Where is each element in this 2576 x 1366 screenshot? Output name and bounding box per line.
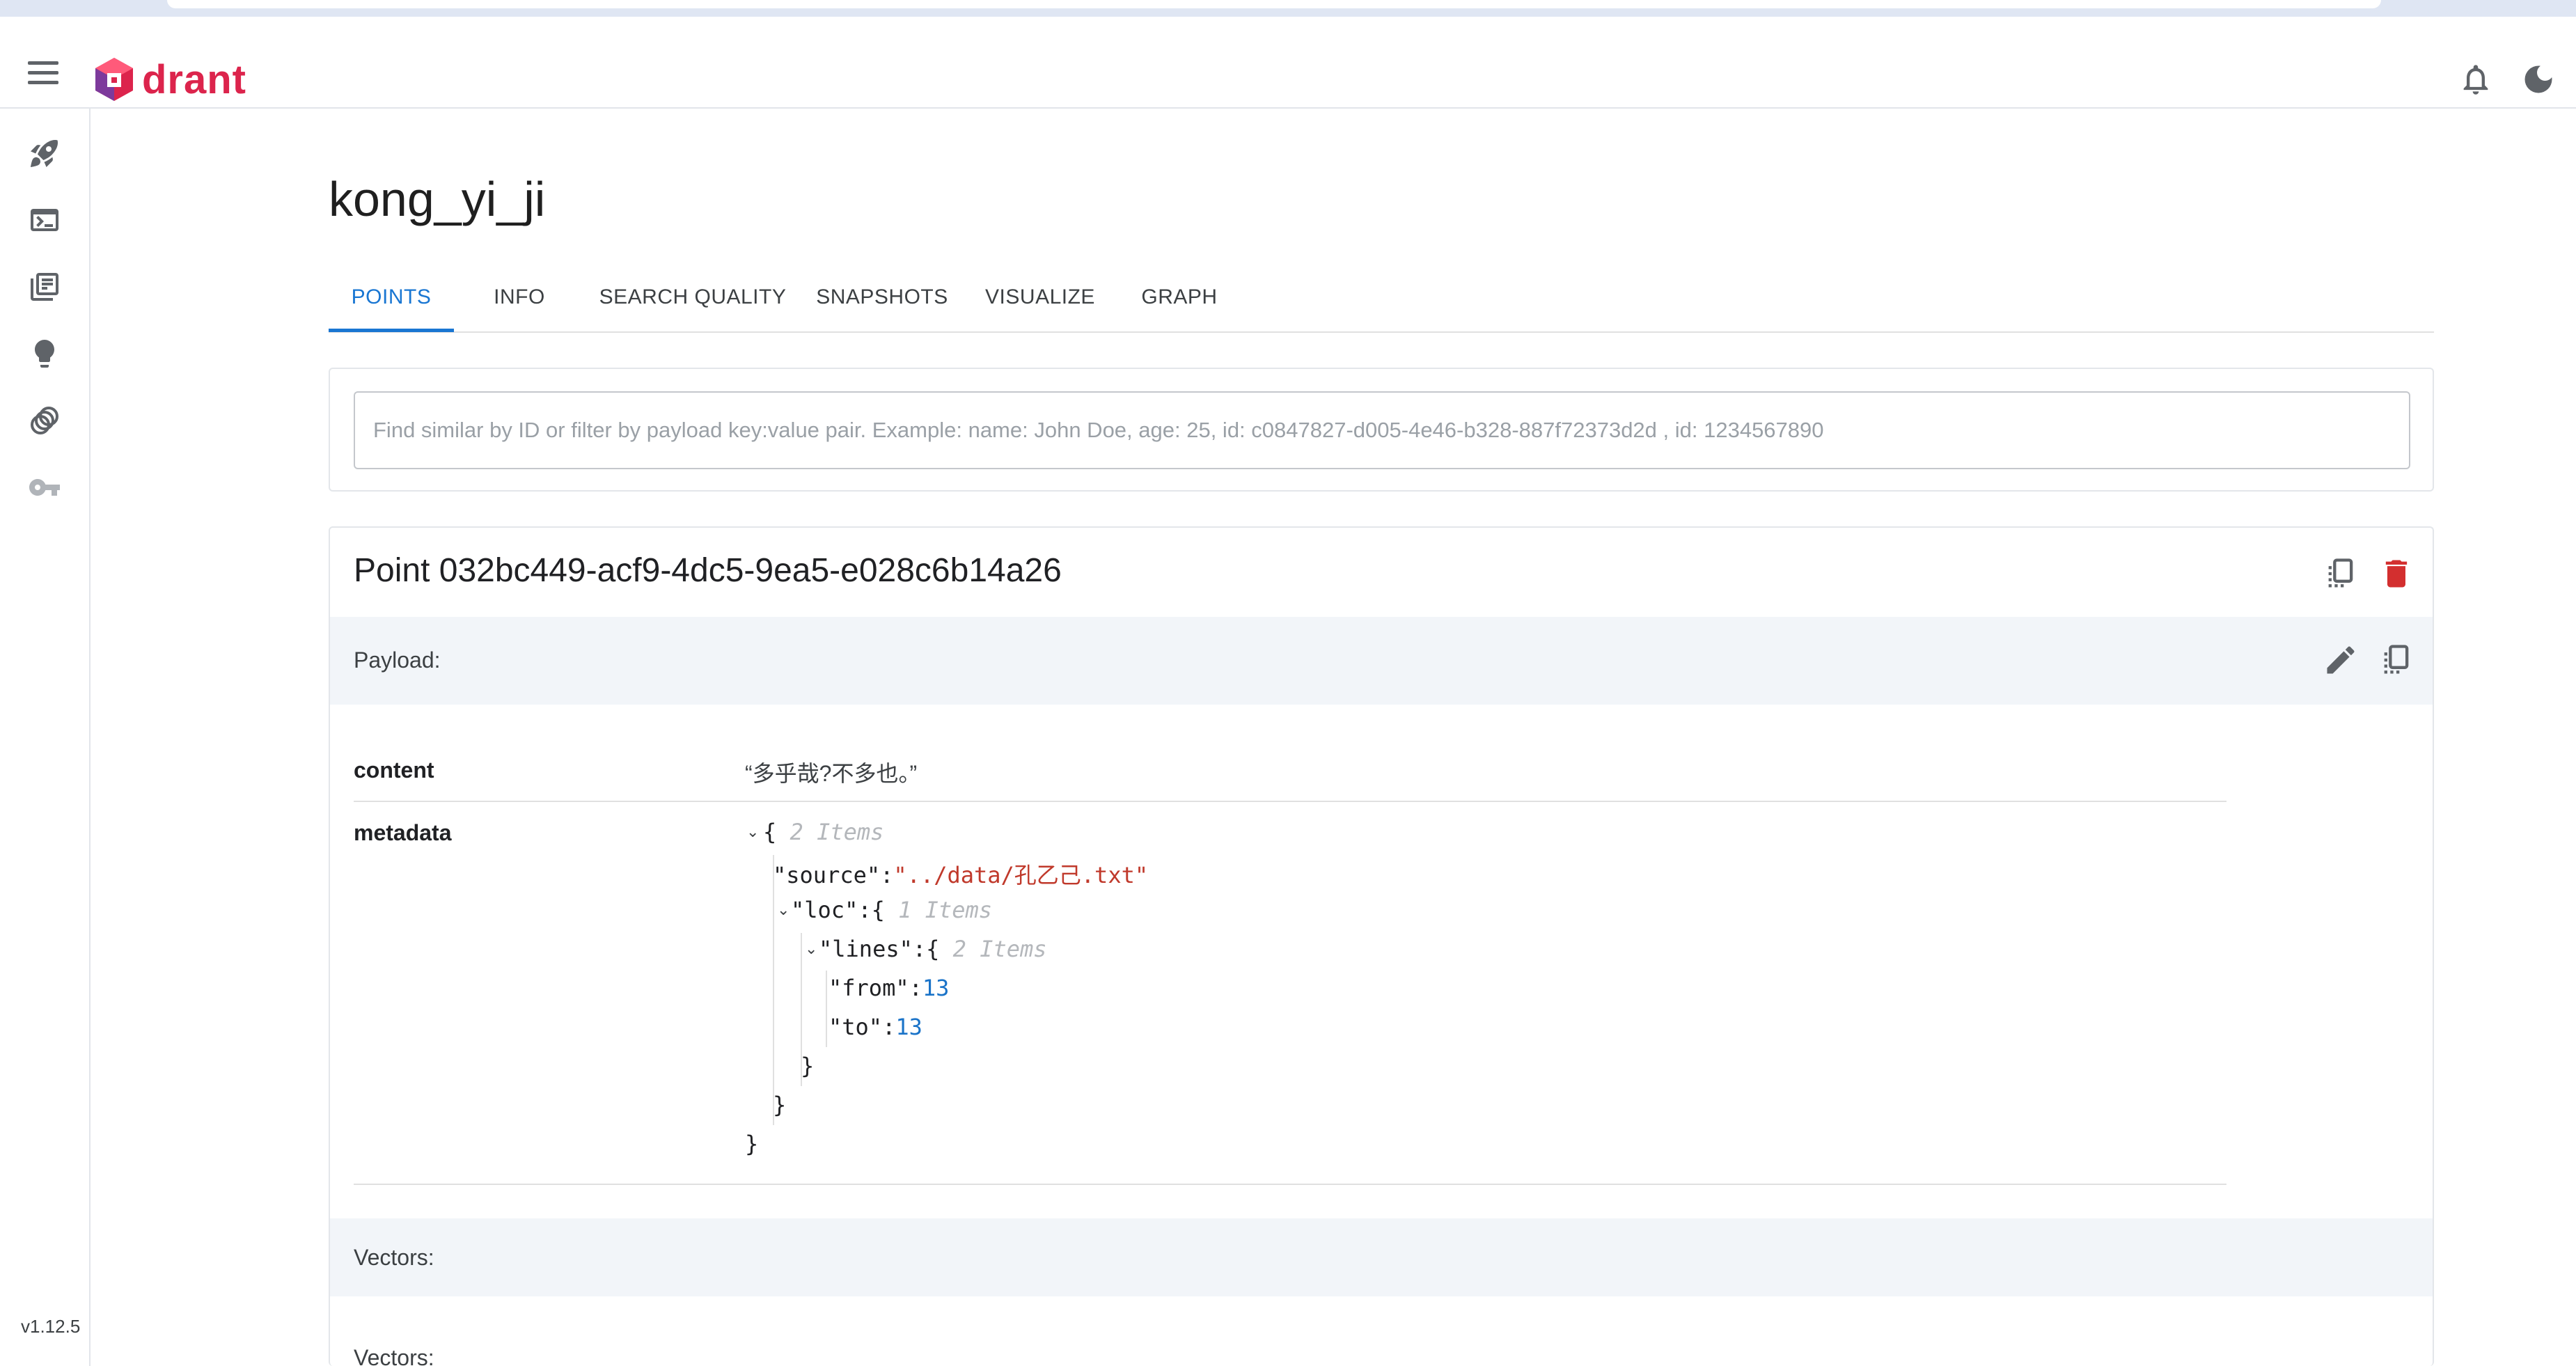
vectors-label: Vectors: — [354, 1245, 434, 1270]
lightbulb-icon[interactable] — [28, 337, 61, 370]
json-colon: : — [909, 975, 922, 1001]
bell-icon[interactable] — [2458, 61, 2494, 97]
collapse-root-toggle[interactable]: ⌄ — [746, 823, 759, 841]
json-line-from: "from":13 — [828, 975, 949, 1001]
search-input[interactable] — [354, 391, 2410, 469]
datasets-icon[interactable] — [28, 404, 61, 437]
delete-point-icon[interactable] — [2378, 556, 2414, 592]
json-close-lines: } — [801, 1053, 815, 1079]
tab-info[interactable]: INFO — [471, 276, 568, 331]
json-open-brace: { — [926, 936, 940, 962]
collapse-lines-toggle[interactable]: ⌄ — [805, 940, 817, 958]
row-divider — [354, 801, 2226, 802]
search-card — [329, 368, 2434, 492]
rocket-icon[interactable] — [28, 136, 61, 170]
json-line-to: "to":13 — [828, 1014, 922, 1040]
json-value-from: 13 — [922, 975, 950, 1001]
payload-key-content: content — [354, 757, 434, 783]
json-line-source: "source":"../data/孔乙己.txt" — [773, 858, 1148, 890]
version-label: v1.12.5 — [21, 1316, 81, 1337]
key-icon[interactable] — [28, 471, 61, 504]
tab-snapshots[interactable]: SNAPSHOTS — [809, 276, 955, 331]
tab-graph[interactable]: GRAPH — [1124, 276, 1235, 331]
json-key-source: "source" — [773, 862, 881, 888]
point-card: Point 032bc449-acf9-4dc5-9ea5-e028c6b14a… — [329, 526, 2434, 1366]
collections-icon[interactable] — [28, 270, 61, 304]
json-colon: : — [858, 897, 872, 923]
json-key-lines: "lines" — [819, 936, 913, 962]
qdrant-logo[interactable]: drant — [93, 54, 246, 104]
collection-tabs: POINTS INFO SEARCH QUALITY SNAPSHOTS VIS… — [329, 276, 2434, 333]
json-open-brace: { — [871, 897, 885, 923]
json-value-source: "../data/孔乙己.txt" — [893, 862, 1149, 888]
moon-icon[interactable] — [2520, 61, 2557, 97]
logo-text: drant — [142, 56, 246, 102]
console-icon[interactable] — [28, 203, 61, 237]
browser-chrome — [0, 0, 2576, 17]
tab-search-quality[interactable]: SEARCH QUALITY — [592, 276, 794, 331]
json-line-loc: "loc":{ 1 Items — [791, 897, 992, 923]
indent-guide — [801, 933, 802, 1086]
browser-address-bar[interactable] — [167, 0, 2381, 8]
payload-value-content: “多乎哉?不多也。” — [745, 761, 918, 786]
payload-key-metadata: metadata — [354, 820, 452, 845]
json-count-loc: 1 Items — [898, 897, 992, 923]
indent-guide — [773, 855, 774, 1125]
copy-point-icon[interactable] — [2323, 556, 2359, 592]
top-app-bar: drant — [0, 17, 2576, 109]
vectors-header: Vectors: — [330, 1218, 2433, 1296]
edit-payload-icon[interactable] — [2323, 642, 2359, 678]
json-line-lines: "lines":{ 2 Items — [819, 936, 1047, 962]
json-colon: : — [882, 1014, 896, 1040]
tab-points[interactable]: POINTS — [329, 276, 454, 332]
vectors-sub-label: Vectors: — [354, 1345, 434, 1366]
json-count-root: 2 Items — [790, 819, 884, 845]
point-title: Point 032bc449-acf9-4dc5-9ea5-e028c6b14a… — [354, 552, 1062, 589]
json-colon: : — [880, 862, 894, 888]
json-key-loc: "loc" — [791, 897, 858, 923]
copy-payload-icon[interactable] — [2378, 642, 2414, 678]
json-key-from: "from" — [828, 975, 909, 1001]
json-line-root: { 2 Items — [763, 819, 883, 845]
json-count-lines: 2 Items — [952, 936, 1047, 962]
json-colon: : — [912, 936, 927, 962]
indent-guide — [826, 971, 827, 1047]
menu-icon[interactable] — [28, 61, 58, 85]
sidebar: v1.12.5 — [0, 109, 91, 1366]
row-divider — [354, 1184, 2226, 1185]
payload-label: Payload: — [354, 647, 441, 673]
qdrant-logo-mark — [95, 58, 133, 101]
page-title: kong_yi_ji — [329, 172, 546, 226]
payload-header: Payload: — [330, 617, 2433, 705]
json-close-loc: } — [773, 1092, 787, 1118]
collapse-loc-toggle[interactable]: ⌄ — [777, 901, 790, 919]
json-value-to: 13 — [895, 1014, 922, 1040]
json-close-root: } — [745, 1131, 759, 1157]
json-open-brace: { — [763, 819, 777, 845]
json-key-to: "to" — [828, 1014, 883, 1040]
tab-visualize[interactable]: VISUALIZE — [971, 276, 1110, 331]
